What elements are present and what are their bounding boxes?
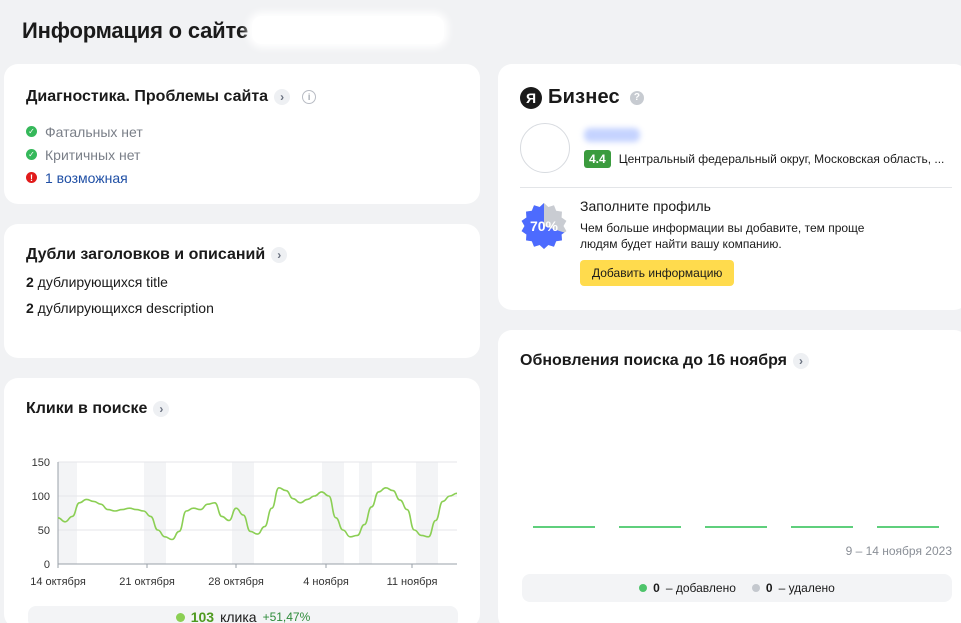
rating-badge: 4.4 (584, 150, 611, 168)
series-dot-icon (175, 612, 185, 622)
diagnostics-item-fatal: ✓ Фатальных нет (26, 120, 458, 143)
duplicates-title-link[interactable]: Дубли заголовков и описаний › (26, 246, 458, 264)
chevron-right-icon[interactable]: › (271, 247, 288, 263)
y-tick-label: 100 (32, 491, 50, 503)
x-tick-label: 21 октября (119, 576, 175, 588)
diagnostics-item-critical: ✓ Критичных нет (26, 143, 458, 166)
info-icon[interactable]: i (302, 90, 317, 104)
y-tick-label: 50 (38, 525, 50, 537)
updates-bar (791, 526, 853, 528)
page-title: Информация о сайте (22, 18, 249, 43)
divider (520, 187, 952, 188)
legend-removed: 0 – удалено (751, 581, 835, 595)
business-wordmark: Бизнес (548, 86, 620, 108)
clicks-delta: +51,47% (262, 610, 311, 623)
company-avatar (520, 123, 570, 173)
possible-issues-link[interactable]: 1 возможная (45, 170, 128, 186)
chevron-right-icon[interactable]: › (153, 401, 170, 417)
updates-title: Обновления поиска до 16 ноября (520, 352, 788, 369)
diagnostics-title-link[interactable]: Диагностика. Проблемы сайта › i (26, 88, 458, 106)
clicks-count: 103 (190, 609, 215, 623)
duplicates-title: Дубли заголовков и описаний (26, 246, 266, 263)
updates-bar (619, 526, 681, 528)
legend-added: 0 – добавлено (639, 581, 736, 595)
profile-progress-badge: 70% (520, 202, 568, 250)
profile-description-line-1: Чем больше информации вы добавите, тем п… (580, 221, 865, 235)
x-tick-label: 11 ноября (387, 576, 438, 588)
clicks-title: Клики в поиске (26, 400, 148, 417)
profile-title: Заполните профиль (580, 198, 711, 214)
updates-bar (877, 526, 939, 528)
diagnostics-item-possible[interactable]: ! 1 возможная (26, 166, 458, 189)
profile-description-line-2: людям будет найти вашу компанию. (580, 237, 782, 251)
clicks-card: 0 50 100 150 14 октября 21 октября 28 октября 4… (4, 378, 480, 623)
updates-legend: 0 – добавлено 0 – удалено (522, 574, 952, 602)
updates-title-link[interactable]: Обновления поиска до 16 ноября › (520, 352, 946, 370)
duplicate-title-row: 2 дублирующихся title (26, 274, 168, 290)
weekend-band (416, 462, 438, 564)
clicks-summary: 103 клика +51,47% (28, 606, 458, 623)
x-tick-label: 14 октября (30, 576, 86, 588)
duplicates-card: Дубли заголовков и описаний › 2 дублирую… (4, 224, 480, 358)
x-tick-label: 4 ноября (303, 576, 349, 588)
warning-icon: ! (26, 172, 37, 183)
add-information-button[interactable]: Добавить информацию (580, 260, 735, 286)
weekend-band (232, 462, 254, 564)
updates-bar (533, 526, 595, 528)
yandex-logo-icon: Я (520, 86, 542, 109)
redacted-site-name (252, 16, 444, 44)
legend-removed-dot (751, 584, 760, 592)
clicks-title-link[interactable]: Клики в поиске › (26, 400, 458, 418)
profile-completion: 70% Заполните профиль Чем больше информа… (520, 198, 946, 286)
check-icon: ✓ (26, 149, 37, 160)
diagnostics-title: Диагностика. Проблемы сайта (26, 88, 269, 105)
y-tick-label: 150 (32, 457, 50, 469)
updates-bar (705, 526, 767, 528)
diagnostics-card: Диагностика. Проблемы сайта › i ✓ Фаталь… (4, 64, 480, 204)
profile-percent: 70% (529, 218, 559, 234)
updates-card: Обновления поиска до 16 ноября › 9 – 14 … (498, 330, 961, 623)
weekend-band (359, 462, 372, 564)
clicks-unit: клика (220, 609, 257, 623)
duplicate-description-row: 2 дублирующихся description (26, 300, 214, 316)
company-row[interactable]: 4.4 Центральный федеральный округ, Моско… (520, 123, 946, 173)
company-address: Центральный федеральный округ, Московска… (618, 152, 945, 166)
y-tick-label: 0 (44, 559, 50, 571)
redacted-company-name (584, 128, 640, 142)
chevron-right-icon[interactable]: › (793, 353, 810, 369)
x-tick-label: 28 октября (208, 576, 264, 588)
updates-date-range: 9 – 14 ноября 2023 (845, 544, 952, 558)
legend-added-dot (639, 584, 648, 592)
help-icon[interactable]: ? (629, 90, 644, 105)
yandex-business-logo: Я Бизнес ? (520, 86, 946, 109)
business-card: Я Бизнес ? 4.4 Центральный федеральный о… (498, 64, 961, 310)
check-icon: ✓ (26, 126, 37, 137)
chevron-right-icon[interactable]: › (274, 89, 291, 105)
